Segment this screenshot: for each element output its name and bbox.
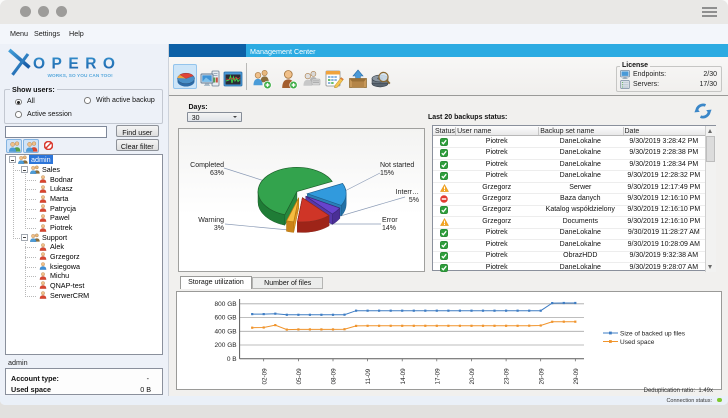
svg-text:08-09: 08-09: [331, 368, 338, 385]
svg-text:26-09: 26-09: [538, 368, 545, 385]
svg-text:200 GB: 200 GB: [215, 342, 237, 349]
svg-text:20-09: 20-09: [469, 368, 476, 385]
svg-text:05-09: 05-09: [296, 368, 303, 385]
svg-text:11-09: 11-09: [365, 368, 372, 384]
svg-text:23-09: 23-09: [504, 368, 511, 385]
svg-text:600 GB: 600 GB: [215, 315, 237, 322]
svg-text:400 GB: 400 GB: [215, 329, 237, 336]
svg-text:02-09: 02-09: [261, 368, 268, 385]
svg-text:14-09: 14-09: [400, 368, 407, 385]
svg-text:800 GB: 800 GB: [215, 301, 237, 308]
svg-text:OPERO: OPERO: [33, 56, 121, 73]
svg-text:0 B: 0 B: [227, 356, 237, 363]
svg-text:WORKS, SO YOU CAN TOO!: WORKS, SO YOU CAN TOO!: [48, 73, 114, 78]
svg-text:17-09: 17-09: [434, 368, 441, 385]
svg-text:Size of backed up files: Size of backed up files: [620, 331, 686, 338]
svg-text:Used space: Used space: [620, 339, 655, 346]
svg-text:29-09: 29-09: [573, 368, 580, 385]
